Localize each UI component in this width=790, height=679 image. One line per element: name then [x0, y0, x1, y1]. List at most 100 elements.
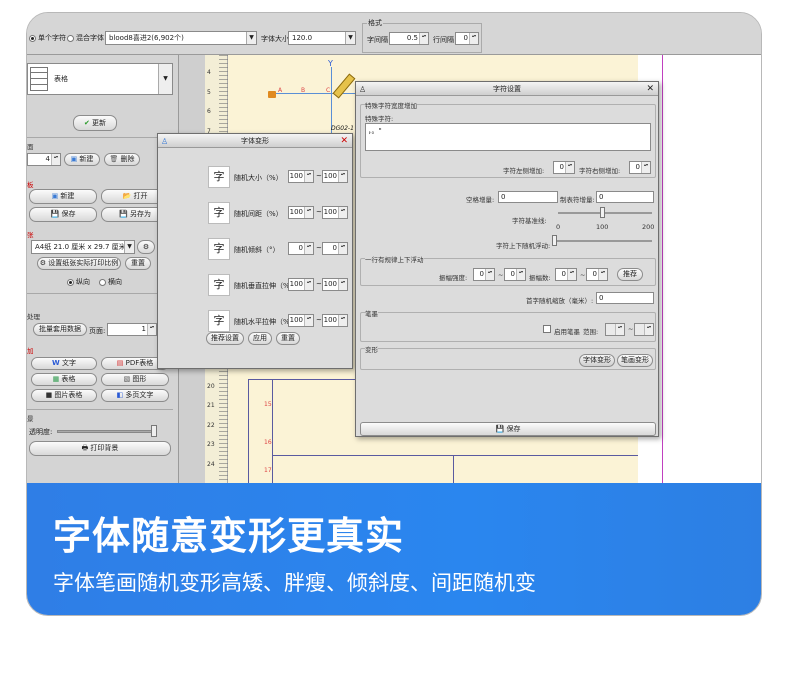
column-letter: A [278, 87, 283, 94]
special-char-input[interactable]: ，。" [365, 123, 651, 151]
gear-icon: ⚙ [39, 259, 47, 267]
radio-mixed-dot [67, 34, 74, 42]
add-table-button[interactable]: ▦ 表格 [31, 373, 97, 386]
special-char-label: 特殊字符: [365, 115, 394, 123]
table-combo[interactable]: 表格 ▼ [27, 63, 173, 95]
app-icon: ♙ [161, 137, 169, 146]
baseline-slider-handle[interactable] [600, 207, 605, 218]
space-increment-input[interactable]: 0 [498, 191, 558, 203]
column-letter: B [301, 87, 306, 94]
new-page-button[interactable]: ▣ 新建 [64, 153, 100, 166]
enable-ink-checkbox[interactable] [543, 325, 551, 333]
range-label: 范围: [583, 328, 599, 336]
range-to-input[interactable] [634, 323, 654, 336]
reset-button[interactable]: 重置 [276, 332, 300, 345]
add-image-table-button[interactable]: ■ 图片表格 [31, 389, 97, 402]
deform-from-input[interactable]: 100 [288, 206, 314, 219]
deform-to-input[interactable]: 0 [322, 242, 348, 255]
deform-row: 字随机倾斜（°） 0~0 [158, 234, 354, 264]
close-icon[interactable]: ✕ [646, 83, 654, 95]
deform-row-label: 随机大小（%） [234, 174, 283, 182]
font-size-select[interactable]: 120.0 ▼ [288, 31, 356, 45]
deform-from-input[interactable]: 100 [288, 170, 314, 183]
font-select[interactable]: blood8喜进2(6,902个) ▼ [105, 31, 257, 45]
save-template-button[interactable]: 💾 保存 [29, 207, 97, 222]
deform-to-input[interactable]: 100 [322, 206, 348, 219]
batch-apply-button[interactable]: 批量套用数据 [33, 323, 87, 336]
left-increase-input[interactable]: 0 [553, 161, 575, 174]
baseline-label: 字符基准线: [512, 217, 547, 225]
margin-line [662, 55, 663, 483]
trash-icon: 🗑 [109, 155, 119, 163]
section-page: 面 [27, 143, 34, 151]
scale-max: 200 [642, 223, 655, 231]
tab-increment-input[interactable]: 0 [596, 191, 654, 203]
add-image-button[interactable]: ▧ 图形 [101, 373, 169, 386]
opacity-slider[interactable] [57, 430, 157, 433]
deform-to-input[interactable]: 100 [322, 170, 348, 183]
section-process: 处理 [27, 313, 40, 321]
deform-from-input[interactable]: 100 [288, 314, 314, 327]
stroke-deform-button[interactable]: 笔画变形 [617, 354, 653, 367]
line-spacing-input[interactable]: 0 [455, 32, 479, 45]
ruler-number: 21 [207, 402, 215, 410]
radio-mixed[interactable]: 混合字体 [67, 33, 104, 43]
pencil-icon[interactable] [332, 73, 356, 99]
save-button[interactable]: 💾 保存 [360, 422, 656, 436]
radio-single[interactable]: 单个字符 [29, 33, 66, 43]
radio-portrait[interactable]: 纵向 [67, 277, 90, 287]
banner-subtitle: 字体笔画随机变形高矮、胖瘦、倾斜度、间距随机变 [53, 571, 536, 595]
char-spacing-input[interactable]: 0.5 [389, 32, 429, 45]
print-background-button[interactable]: 🖶 打印背景 [29, 441, 171, 456]
first-char-scale-input[interactable]: 0 [596, 292, 654, 304]
close-icon[interactable]: ✕ [340, 135, 348, 147]
update-button[interactable]: ✔ 更新 [73, 115, 117, 131]
glyph-preview-icon: 字 [208, 274, 230, 296]
deform-to-input[interactable]: 100 [322, 314, 348, 327]
space-increment-label: 空格增量: [466, 196, 495, 204]
reset-paper-button[interactable]: 重置 [125, 257, 151, 270]
right-increase-input[interactable]: 0 [629, 161, 651, 174]
range-tilde: ~ [498, 271, 504, 279]
charset-dialog-title[interactable]: ♙ 字符设置 ✕ [356, 82, 658, 96]
range-from-input[interactable] [605, 323, 625, 336]
section-paper: 张 [27, 231, 34, 239]
deform-from-input[interactable]: 0 [288, 242, 314, 255]
paper-settings-button[interactable]: ⚙ [137, 240, 155, 254]
glyph-preview-icon: 字 [208, 202, 230, 224]
delete-page-button[interactable]: 🗑 删除 [104, 153, 140, 166]
font-deform-button[interactable]: 字体变形 [579, 354, 615, 367]
set-paper-ratio-button[interactable]: ⚙ 设置纸张实际打印比例 [37, 257, 121, 270]
radio-landscape-dot [99, 278, 106, 286]
recommend-settings-button[interactable]: 推荐设置 [206, 332, 244, 345]
amplitude-count-to-input[interactable]: 0 [586, 268, 608, 281]
add-text-button[interactable]: W 文字 [31, 357, 97, 370]
opacity-slider-handle[interactable] [151, 425, 157, 437]
lock-icon[interactable] [268, 91, 276, 98]
deform-dialog-title[interactable]: ♙ 字体变形 ✕ [158, 134, 352, 148]
chevron-down-icon: ▼ [158, 64, 172, 94]
amplitude-count-from-input[interactable]: 0 [555, 268, 577, 281]
amplitude-label: 振幅强度: [439, 274, 468, 282]
deform-to-input[interactable]: 100 [322, 278, 348, 291]
deform-from-input[interactable]: 100 [288, 278, 314, 291]
amplitude-from-input[interactable]: 0 [473, 268, 495, 281]
deform-row-label: 随机倾斜（°） [234, 246, 280, 254]
amplitude-to-input[interactable]: 0 [504, 268, 526, 281]
top-toolbar: 单个字符 混合字体 blood8喜进2(6,902个) ▼ 字体大小 120.0… [27, 13, 761, 55]
gear-icon: ⚙ [142, 243, 150, 251]
page-number-input[interactable]: 4 [27, 153, 61, 166]
paper-size-select[interactable]: A4纸 21.0 厘米 x 29.7 厘米 ▼ [31, 240, 135, 254]
right-increase-label: 字符右侧增加: [579, 167, 621, 175]
ruler-number: 4 [207, 69, 211, 76]
random-float-slider-handle[interactable] [552, 235, 557, 246]
new-template-button[interactable]: ▣ 新建 [29, 189, 97, 204]
first-char-scale-label: 首字随机缩放（毫米）: [526, 297, 594, 305]
recommend-button[interactable]: 推荐 [617, 268, 643, 281]
radio-landscape[interactable]: 横向 [99, 277, 122, 287]
random-float-slider[interactable] [552, 240, 652, 242]
apply-button[interactable]: 应用 [248, 332, 272, 345]
page-value-input[interactable]: 1 [107, 323, 157, 336]
add-multipage-text-button[interactable]: ◧ 多页文字 [101, 389, 169, 402]
baseline-slider[interactable] [558, 212, 652, 214]
